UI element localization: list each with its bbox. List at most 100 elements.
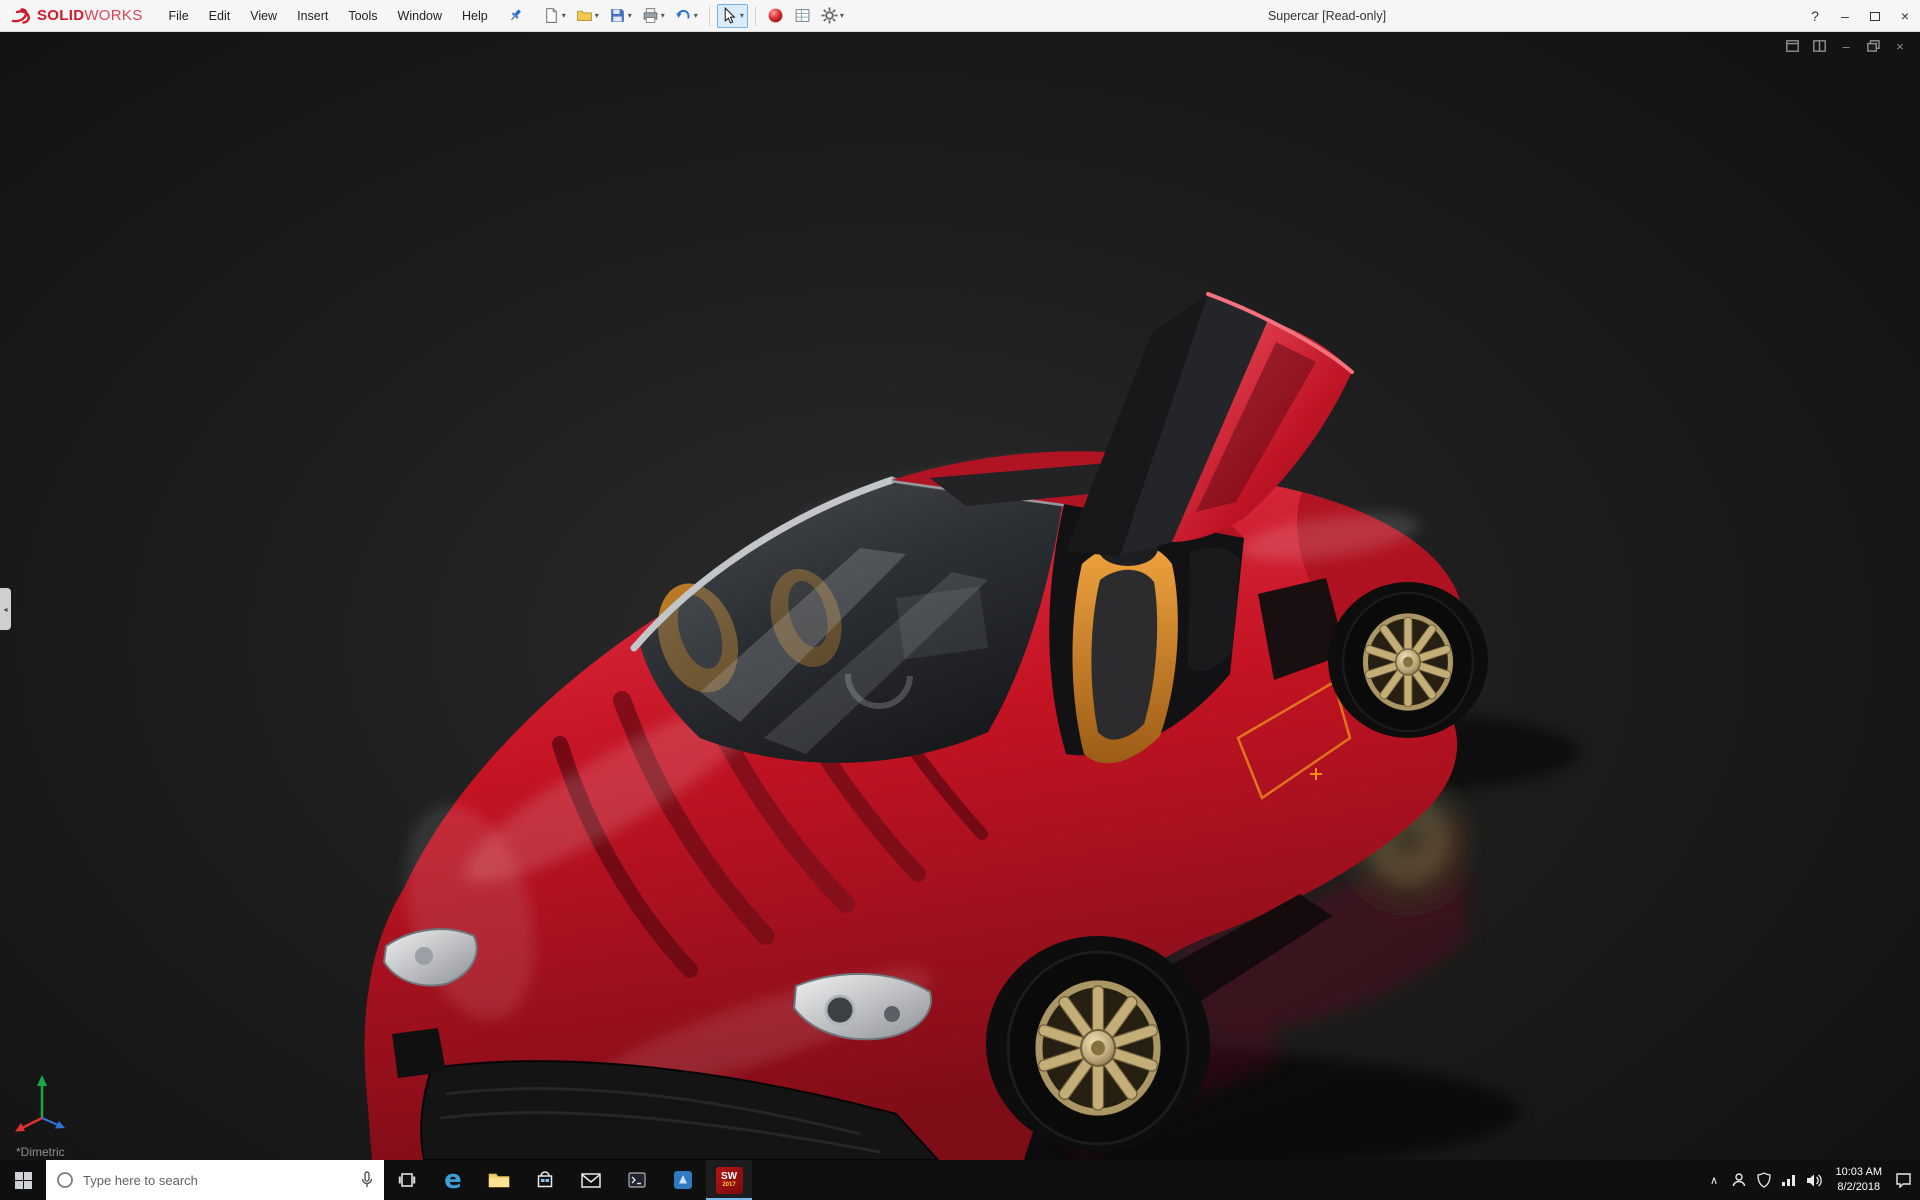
solidworks-2017-icon: SW 2017 bbox=[715, 1166, 743, 1194]
taskbar-app-edge[interactable]: e bbox=[430, 1160, 476, 1200]
cortana-circle-icon bbox=[57, 1172, 73, 1188]
menu-edit[interactable]: Edit bbox=[199, 1, 241, 31]
orientation-triad-icon[interactable] bbox=[12, 1068, 78, 1136]
open-folder-icon bbox=[576, 10, 592, 21]
evaluate-button[interactable] bbox=[790, 4, 815, 28]
rear-wheel bbox=[1342, 591, 1474, 733]
dropdown-caret[interactable]: ▾ bbox=[661, 11, 665, 20]
store-icon bbox=[537, 1171, 553, 1188]
taskbar-app-mail[interactable] bbox=[568, 1160, 614, 1200]
windows-logo-icon bbox=[14, 1171, 32, 1189]
menu-help[interactable]: Help bbox=[452, 1, 498, 31]
menu-view[interactable]: View bbox=[240, 1, 287, 31]
people-icon[interactable] bbox=[1727, 1160, 1752, 1200]
menu-window[interactable]: Window bbox=[388, 1, 452, 31]
search-input[interactable] bbox=[83, 1172, 351, 1188]
maximize-button[interactable] bbox=[1860, 0, 1890, 32]
minimize-button[interactable]: – bbox=[1830, 0, 1860, 32]
taskbar-app-edrawings[interactable] bbox=[660, 1160, 706, 1200]
menu-file[interactable]: File bbox=[159, 1, 199, 31]
evaluate-sheet-icon bbox=[795, 9, 810, 22]
system-tray: ∧ 10:03 AM 8/2/2018 bbox=[1702, 1160, 1920, 1200]
appearance-button[interactable] bbox=[763, 4, 788, 28]
network-icon[interactable] bbox=[1777, 1160, 1802, 1200]
taskbar-app-store[interactable] bbox=[522, 1160, 568, 1200]
action-center-icon[interactable] bbox=[1891, 1160, 1916, 1200]
options-gear-icon bbox=[821, 7, 838, 24]
file-explorer-icon bbox=[488, 1173, 510, 1188]
toolbar-separator bbox=[708, 5, 710, 26]
ds-logo-icon bbox=[11, 7, 30, 24]
window-controls: ? – × bbox=[1800, 0, 1920, 32]
solidworks-window: SOLIDWORKS File Edit View Insert Tools W… bbox=[0, 0, 1920, 1200]
undo-icon bbox=[676, 9, 690, 19]
taskbar-app-file-explorer[interactable] bbox=[476, 1160, 522, 1200]
save-button[interactable]: ▾ bbox=[605, 4, 636, 28]
new-document-icon bbox=[545, 7, 558, 23]
task-view-button[interactable] bbox=[384, 1160, 430, 1200]
volume-icon[interactable] bbox=[1802, 1160, 1827, 1200]
graphics-viewport[interactable]: – × ◂ *Dimetric bbox=[0, 32, 1920, 1160]
taskbar: e SW 2017 ∧ bbox=[0, 1160, 1920, 1200]
document-window-controls: – × bbox=[1784, 38, 1908, 54]
clock-date: 8/2/2018 bbox=[1837, 1181, 1881, 1193]
fog-intake bbox=[392, 1028, 446, 1078]
solidworks-logo: SOLIDWORKS bbox=[10, 7, 143, 25]
task-view-icon bbox=[398, 1173, 416, 1187]
viewport-canvas[interactable] bbox=[0, 32, 1920, 1160]
taskbar-app-solidworks[interactable]: SW 2017 bbox=[706, 1160, 752, 1200]
microphone-icon[interactable] bbox=[360, 1171, 374, 1189]
view-orientation-label: *Dimetric bbox=[16, 1145, 65, 1159]
print-button[interactable]: ▾ bbox=[638, 4, 669, 28]
front-wheel bbox=[1006, 950, 1190, 1146]
toolbar-separator bbox=[754, 5, 756, 26]
dropdown-caret[interactable]: ▾ bbox=[694, 11, 698, 20]
dropdown-caret[interactable]: ▾ bbox=[740, 11, 744, 20]
main-menu: File Edit View Insert Tools Window Help bbox=[159, 1, 498, 31]
menu-bar: SOLIDWORKS File Edit View Insert Tools W… bbox=[0, 0, 1920, 32]
select-button[interactable]: ▾ bbox=[716, 3, 748, 28]
quick-toolbar: ▾ ▾ ▾ ▾ ▾ ▾ ▾ bbox=[539, 3, 848, 28]
undo-button[interactable]: ▾ bbox=[671, 4, 702, 28]
taskbar-search[interactable] bbox=[46, 1160, 384, 1200]
dropdown-caret[interactable]: ▾ bbox=[562, 11, 566, 20]
defender-shield-icon[interactable] bbox=[1752, 1160, 1777, 1200]
new-document-button[interactable]: ▾ bbox=[539, 4, 570, 28]
brand-works: WORKS bbox=[84, 6, 143, 24]
driver-seat bbox=[1072, 530, 1178, 764]
car-model[interactable] bbox=[364, 292, 1488, 1160]
menu-tools[interactable]: Tools bbox=[338, 1, 387, 31]
options-button[interactable]: ▾ bbox=[817, 4, 848, 28]
save-icon bbox=[610, 9, 624, 22]
dropdown-caret[interactable]: ▾ bbox=[628, 11, 632, 20]
hidden-icons-chevron[interactable]: ∧ bbox=[1702, 1160, 1727, 1200]
edrawings-icon bbox=[674, 1171, 692, 1189]
edge-icon: e bbox=[444, 1165, 462, 1195]
maximize-icon bbox=[1870, 11, 1880, 21]
doc-restore-button[interactable] bbox=[1865, 38, 1881, 54]
clock-time: 10:03 AM bbox=[1835, 1166, 1882, 1179]
mail-icon bbox=[581, 1172, 601, 1188]
open-button[interactable]: ▾ bbox=[572, 4, 603, 28]
start-button[interactable] bbox=[0, 1160, 46, 1200]
doc-close-button[interactable]: × bbox=[1892, 38, 1908, 54]
taskbar-app-console[interactable] bbox=[614, 1160, 660, 1200]
menu-insert[interactable]: Insert bbox=[287, 1, 338, 31]
taskbar-clock[interactable]: 10:03 AM 8/2/2018 bbox=[1827, 1160, 1891, 1200]
pin-menu-icon[interactable] bbox=[508, 8, 523, 23]
select-cursor-icon bbox=[724, 7, 736, 24]
document-title: Supercar [Read-only] bbox=[1267, 8, 1387, 23]
doc-pane-icon[interactable] bbox=[1811, 38, 1827, 54]
doc-minimize-button[interactable]: – bbox=[1838, 38, 1854, 54]
brand-text: SOLIDWORKS bbox=[37, 7, 143, 25]
appearance-sphere-icon bbox=[768, 8, 783, 23]
dropdown-caret[interactable]: ▾ bbox=[840, 11, 844, 20]
dropdown-caret[interactable]: ▾ bbox=[595, 11, 599, 20]
console-icon bbox=[628, 1172, 646, 1188]
close-button[interactable]: × bbox=[1890, 0, 1920, 32]
doc-split-icon[interactable] bbox=[1784, 38, 1800, 54]
print-icon bbox=[643, 8, 658, 23]
help-button[interactable]: ? bbox=[1800, 0, 1830, 32]
brand-solid: SOLID bbox=[37, 6, 85, 24]
panel-expand-tab[interactable]: ◂ bbox=[0, 588, 11, 630]
